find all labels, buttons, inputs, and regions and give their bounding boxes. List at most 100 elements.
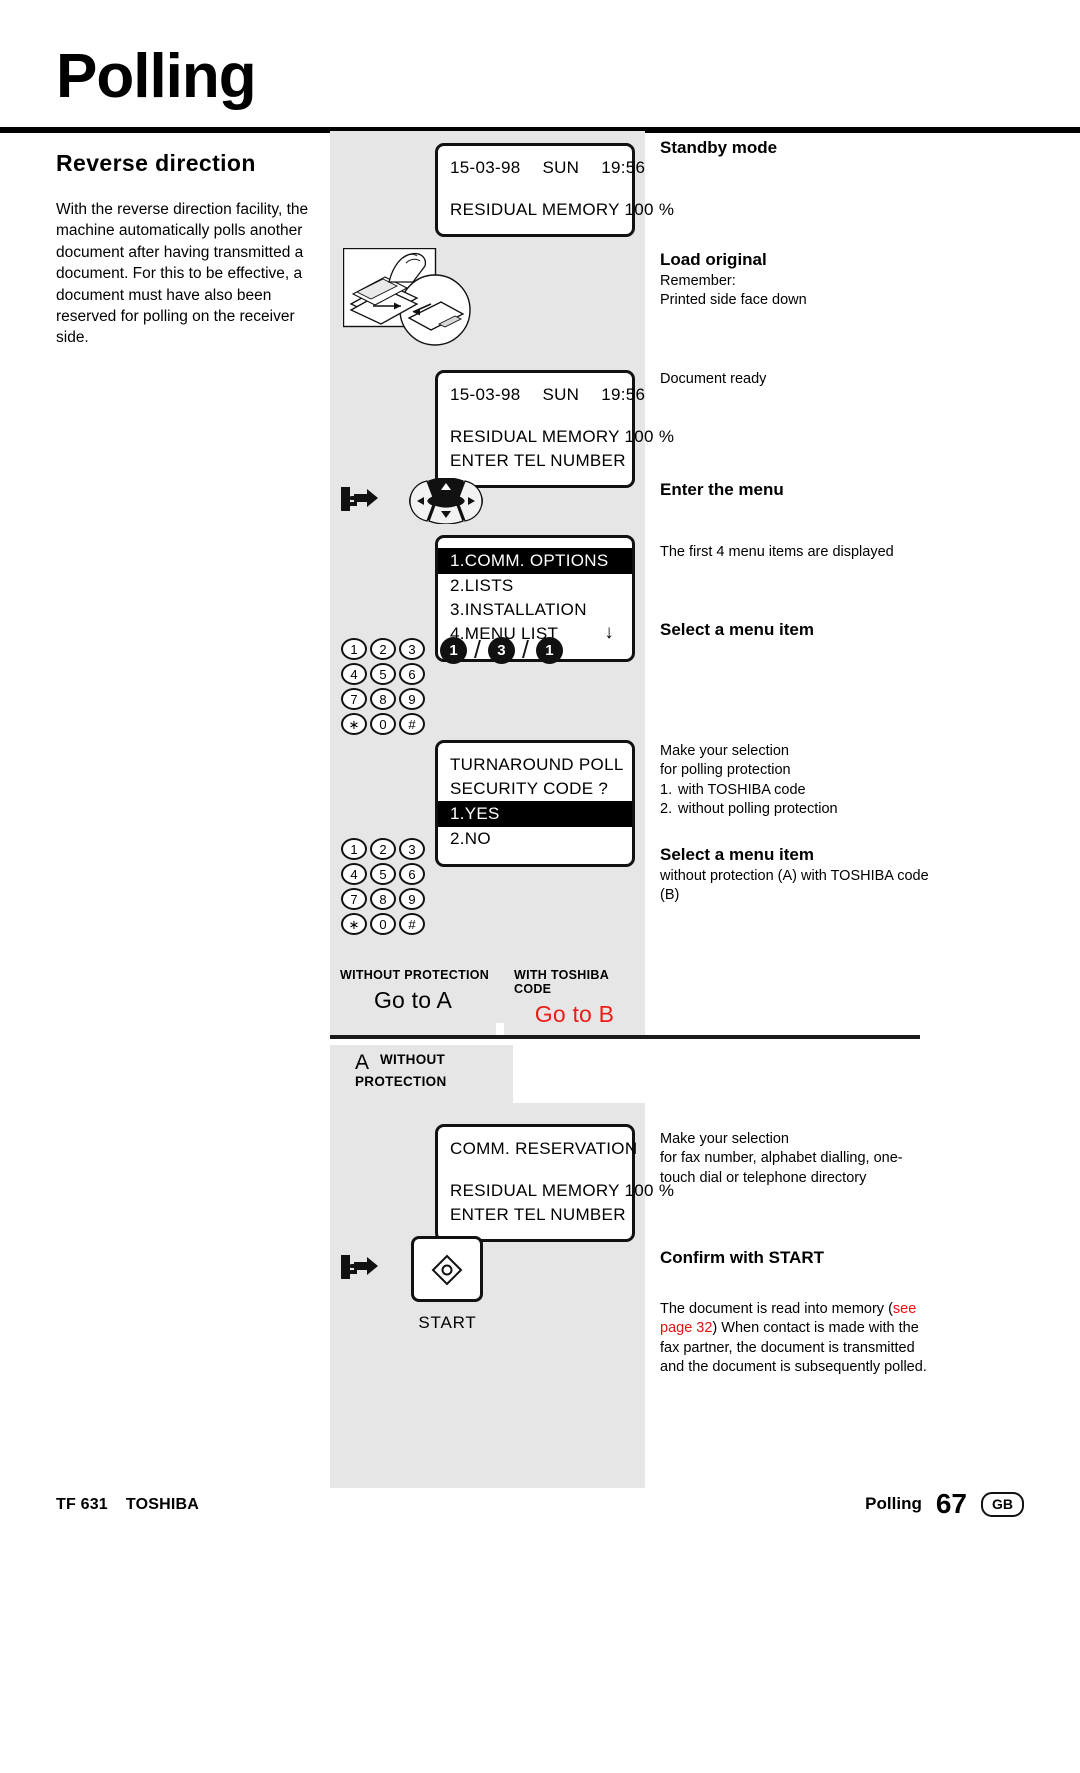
lcd-reservation-line3: ENTER TEL NUMBER — [450, 1205, 626, 1225]
key-0[interactable]: 0 — [370, 913, 396, 935]
key-5[interactable]: 5 — [370, 863, 396, 885]
key-0[interactable]: 0 — [370, 713, 396, 735]
lcd-reservation-line2: RESIDUAL MEMORY 100 % — [450, 1181, 675, 1201]
lcd-standby-line2: RESIDUAL MEMORY 100 % — [450, 200, 675, 220]
load-original-illustration — [342, 247, 475, 346]
key-hash[interactable]: # — [399, 913, 425, 935]
annotation-selection-options: 1. with TOSHIBA code 2. without polling pr… — [660, 781, 930, 820]
keypad-row: ∗ 0 # — [341, 913, 429, 935]
annotation-select-item-2: Select a menu item without protection (A… — [660, 845, 930, 906]
footer-model-brand: TF 631 TOSHIBA — [56, 1496, 199, 1514]
key-3[interactable]: 3 — [399, 838, 425, 860]
key-3[interactable]: 3 — [399, 638, 425, 660]
lcd-spacer — [450, 1161, 620, 1179]
key-4[interactable]: 4 — [341, 663, 367, 685]
key-1[interactable]: 1 — [341, 838, 367, 860]
branch-b-action[interactable]: Go to B — [504, 1001, 645, 1028]
annotation-selection-line2: for polling protection — [660, 762, 791, 779]
keypad-row: 7 8 9 — [341, 688, 429, 710]
lcd-turnaround-line2: SECURITY CODE ? — [450, 779, 609, 799]
key-hash[interactable]: # — [399, 713, 425, 735]
annotation-confirm-paragraph: The document is read into memory (see pa… — [660, 1300, 930, 1377]
key-star[interactable]: ∗ — [341, 913, 367, 935]
branch-with-toshiba-code[interactable]: WITH TOSHIBA CODE Go to B — [504, 960, 645, 1035]
confirm-part1: The document is read into memory ( — [660, 1301, 893, 1317]
sequence-key-3: 1 — [535, 637, 563, 664]
footer-section: Polling — [865, 1494, 922, 1513]
key-6[interactable]: 6 — [399, 663, 425, 685]
keypad-row: ∗ 0 # — [341, 713, 429, 735]
annotation-load-line1: Remember: — [660, 273, 736, 289]
annotation-standby-heading: Standby mode — [660, 138, 778, 157]
keypad-row: 4 5 6 — [341, 663, 429, 685]
lcd-spacer — [450, 407, 620, 425]
intro-paragraph: With the reverse direction facility, the… — [56, 201, 309, 347]
annotation-reservation-line1: Make your selection — [660, 1131, 789, 1147]
footer-brand: TOSHIBA — [125, 1496, 200, 1513]
annotation-menu-note: The first 4 menu items are displayed — [660, 543, 930, 562]
keypad-row: 7 8 9 — [341, 888, 429, 910]
lcd-turnaround-line1: TURNAROUND POLL — [450, 755, 624, 774]
lcd-reservation-display: COMM. RESERVATION RESIDUAL MEMORY 100 % … — [435, 1124, 675, 1243]
key-5[interactable]: 5 — [370, 663, 396, 685]
start-diamond-icon — [431, 1254, 463, 1286]
branch-b-caption: WITH TOSHIBA CODE — [514, 968, 609, 996]
annotation-ready-heading: Document ready — [660, 371, 767, 387]
key-9[interactable]: 9 — [399, 888, 425, 910]
key-7[interactable]: 7 — [341, 888, 367, 910]
key-8[interactable]: 8 — [370, 688, 396, 710]
annotation-select-item-1: Select a menu item — [660, 620, 930, 642]
key-7[interactable]: 7 — [341, 688, 367, 710]
key-6[interactable]: 6 — [399, 863, 425, 885]
key-1[interactable]: 1 — [341, 638, 367, 660]
confirm-part2: ) — [712, 1320, 718, 1337]
lcd-ready-display: 15-03-98 SUN 19:56 RESIDUAL MEMORY 100 % E… — [435, 370, 675, 489]
keypad-row: 4 5 6 — [341, 863, 429, 885]
sequence-separator: / — [474, 636, 481, 664]
annotation-enter-menu: Enter the menu — [660, 480, 930, 502]
section-a-letter: A — [355, 1051, 370, 1074]
lcd-standby-line1: 15-03-98 SUN 19:56 — [450, 158, 646, 177]
navigation-pad[interactable] — [408, 477, 484, 525]
key-2[interactable]: 2 — [370, 838, 396, 860]
annotation-selection: Make your selection for polling protecti… — [660, 742, 930, 819]
key-2[interactable]: 2 — [370, 638, 396, 660]
manual-page: Polling Reverse direction With the rever… — [0, 0, 1080, 1773]
pointing-hand-icon — [340, 1250, 392, 1286]
annotation-menu-note-text: The first 4 menu items are displayed — [660, 544, 894, 560]
intro-column: Reverse direction With the reverse direc… — [56, 150, 318, 349]
key-4[interactable]: 4 — [341, 863, 367, 885]
footer-page-info: Polling 67 GB — [865, 1488, 1024, 1520]
key-9[interactable]: 9 — [399, 688, 425, 710]
lcd-turnaround-option-no: 2.NO — [450, 829, 491, 849]
branch-divider — [330, 1035, 920, 1039]
branch-a-action[interactable]: Go to A — [330, 987, 496, 1014]
branch-without-protection[interactable]: WITHOUT PROTECTION Go to A — [330, 960, 496, 1035]
page-title: Polling — [56, 42, 257, 111]
annotation-selection-option-2: 2. without polling protection — [660, 800, 838, 817]
annotation-document-ready: Document ready — [660, 370, 930, 389]
annotation-selection-line1: Make your selection — [660, 743, 789, 759]
lcd-turnaround-display: TURNAROUND POLL SECURITY CODE ? 1.YES 2.… — [435, 740, 635, 867]
start-button[interactable] — [411, 1236, 483, 1302]
annotation-enter-menu-heading: Enter the menu — [660, 480, 784, 499]
annotation-reservation-line2: for fax number, alphabet dialling, one-t… — [660, 1150, 903, 1186]
key-8[interactable]: 8 — [370, 888, 396, 910]
annotation-load-heading: Load original — [660, 250, 767, 269]
start-button-label: START — [418, 1313, 477, 1332]
annotation-confirm-body: The document is read into memory (see pa… — [660, 1300, 930, 1377]
lcd-ready-line1: 15-03-98 SUN 19:56 — [450, 385, 646, 404]
page-footer: TF 631 TOSHIBA Polling 67 GB — [0, 1486, 1080, 1546]
lcd-menu-item-1: 2.LISTS — [450, 576, 514, 596]
pointing-hand-icon — [340, 482, 392, 518]
lcd-ready-line2: RESIDUAL MEMORY 100 % — [450, 427, 675, 447]
annotation-reservation: Make your selection for fax number, alph… — [660, 1130, 930, 1188]
annotation-load-line2: Printed side face down — [660, 292, 807, 309]
numeric-keypad[interactable]: 1 2 3 4 5 6 7 8 9 ∗ 0 # — [341, 638, 429, 738]
lcd-standby-display: 15-03-98 SUN 19:56 RESIDUAL MEMORY 100 % — [435, 143, 675, 238]
numeric-keypad-second[interactable]: 1 2 3 4 5 6 7 8 9 ∗ 0 # — [341, 838, 429, 938]
key-star[interactable]: ∗ — [341, 713, 367, 735]
branch-a-caption: WITHOUT PROTECTION — [340, 968, 490, 982]
footer-model: TF 631 — [56, 1496, 108, 1513]
section-a-tag: A WITHOUT PROTECTION — [355, 1051, 447, 1091]
